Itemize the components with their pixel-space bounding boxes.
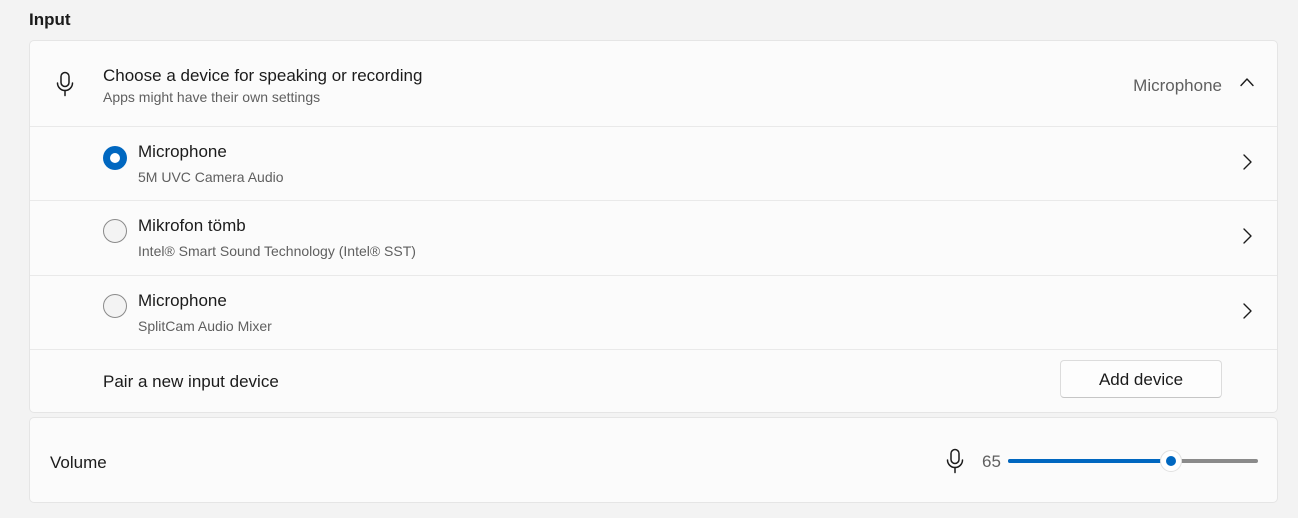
- device-radio[interactable]: [103, 294, 127, 318]
- input-device-card: Choose a device for speaking or recordin…: [29, 40, 1278, 413]
- choose-device-header[interactable]: Choose a device for speaking or recordin…: [30, 41, 1277, 127]
- device-radio-selected[interactable]: [103, 146, 127, 170]
- selected-device-value: Microphone: [1133, 76, 1222, 95]
- chevron-right-icon[interactable]: [1241, 227, 1253, 245]
- device-radio[interactable]: [103, 219, 127, 243]
- device-name: Mikrofon tömb: [138, 216, 246, 235]
- slider-fill: [1008, 459, 1171, 463]
- chevron-right-icon[interactable]: [1241, 302, 1253, 320]
- pair-device-label: Pair a new input device: [103, 372, 279, 391]
- volume-card: Volume 65: [29, 417, 1278, 503]
- volume-slider[interactable]: [1008, 446, 1258, 476]
- chevron-right-icon[interactable]: [1241, 153, 1253, 171]
- volume-value: 65: [982, 452, 1001, 471]
- choose-device-title: Choose a device for speaking or recordin…: [103, 66, 423, 85]
- input-settings-page: Input Choose a device for speaking or re…: [0, 0, 1298, 518]
- device-description: 5M UVC Camera Audio: [138, 169, 284, 185]
- slider-thumb[interactable]: [1159, 450, 1182, 472]
- pair-device-row: Pair a new input device Add device: [30, 349, 1277, 413]
- device-description: SplitCam Audio Mixer: [138, 318, 272, 334]
- choose-device-subtitle: Apps might have their own settings: [103, 89, 321, 105]
- device-option-row[interactable]: Mikrofon tömb Intel® Smart Sound Technol…: [30, 200, 1277, 276]
- device-option-row[interactable]: Microphone 5M UVC Camera Audio: [30, 126, 1277, 201]
- device-option-row[interactable]: Microphone SplitCam Audio Mixer: [30, 275, 1277, 350]
- add-device-button[interactable]: Add device: [1060, 360, 1222, 398]
- volume-label: Volume: [50, 453, 107, 472]
- section-title: Input: [29, 10, 71, 29]
- device-description: Intel® Smart Sound Technology (Intel® SS…: [138, 243, 416, 259]
- device-name: Microphone: [138, 142, 227, 161]
- microphone-icon: [56, 71, 74, 97]
- microphone-icon[interactable]: [943, 448, 967, 474]
- device-name: Microphone: [138, 291, 227, 310]
- chevron-up-icon[interactable]: [1239, 76, 1255, 88]
